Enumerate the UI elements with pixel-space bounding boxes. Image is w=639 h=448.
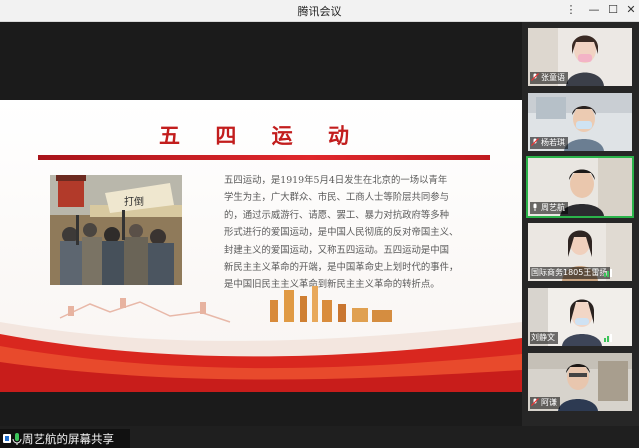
participant-name: 杨若琪: [530, 137, 568, 149]
screen-share-indicator[interactable]: 周艺航的屏幕共享: [0, 429, 130, 448]
mic-muted-icon: [531, 398, 539, 406]
mic-muted-icon: [531, 138, 539, 146]
title-divider: [38, 155, 490, 160]
maximize-icon[interactable]: ☐: [604, 2, 622, 18]
great-wall-decoration: [0, 286, 522, 392]
shared-screen-area: 五 四 运 动 打倒 五四运动，是1919年5月4日发生在北京的一场以青年 学生…: [0, 22, 522, 448]
mic-icon: [533, 203, 537, 211]
participant-name: 阿谦: [530, 397, 560, 409]
volume-level-icon: [604, 269, 612, 277]
title-bar: 腾讯会议 ⋮ — ☐ ✕: [0, 0, 639, 22]
participant-name: 刘静文: [530, 332, 558, 344]
slide-title: 五 四 运 动: [159, 123, 363, 148]
mic-muted-icon: [531, 73, 539, 81]
participant-tile-active-speaker[interactable]: 周艺航: [526, 156, 634, 218]
volume-level-icon: [604, 334, 612, 342]
participants-panel: 张童语 杨若琪 周艺航 国际商务1805王雷扬 刘静文 阿谦: [522, 22, 639, 426]
minimize-icon[interactable]: —: [585, 2, 603, 18]
participant-tile[interactable]: 阿谦: [528, 353, 632, 411]
close-icon[interactable]: ✕: [622, 2, 639, 18]
mic-icon[interactable]: [2, 432, 24, 446]
participant-name: 张童语: [530, 72, 568, 84]
participant-name: 周艺航: [530, 202, 568, 214]
participant-name: 国际商务1805王雷扬: [530, 267, 611, 279]
historical-photo: 打倒: [50, 175, 182, 285]
participant-tile[interactable]: 刘静文: [528, 288, 632, 346]
participant-tile[interactable]: 国际商务1805王雷扬: [528, 223, 632, 281]
more-icon[interactable]: ⋮: [562, 2, 580, 18]
participant-tile[interactable]: 张童语: [528, 28, 632, 86]
screen-share-label: 周艺航的屏幕共享: [22, 432, 114, 446]
slide-body-text: 五四运动，是1919年5月4日发生在北京的一场以青年 学生为主，广大群众、市民、…: [224, 175, 459, 291]
window-title: 腾讯会议: [297, 5, 342, 18]
presentation-slide: 五 四 运 动 打倒 五四运动，是1919年5月4日发生在北京的一场以青年 学生…: [0, 100, 522, 392]
photo-banner-text: 打倒: [124, 195, 144, 208]
participant-tile[interactable]: 杨若琪: [528, 93, 632, 151]
